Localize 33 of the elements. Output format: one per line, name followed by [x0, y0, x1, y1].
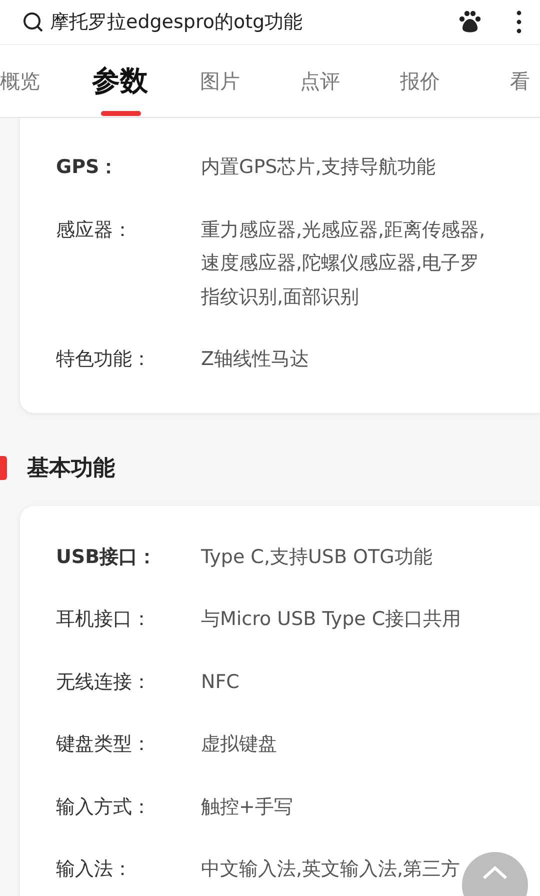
spec-value: 触控+手写 — [201, 794, 293, 820]
spec-label: 感应器： — [56, 218, 133, 242]
spec-label: 输入法： — [56, 857, 133, 882]
section-title: 基本功能 — [27, 454, 115, 482]
tab[interactable]: 概览 — [0, 45, 70, 117]
spec-value: 与Micro USB Type C接口共用 — [201, 607, 462, 632]
paw-icon[interactable] — [458, 10, 482, 34]
caret-icon — [482, 866, 508, 880]
spec-value: 虚拟键盘 — [201, 732, 277, 757]
spec-value: Type C,支持USB OTG功能 — [201, 544, 432, 570]
tab[interactable]: 点评 — [270, 45, 370, 117]
spec-label: 无线连接： — [56, 670, 152, 694]
tab[interactable]: 看 — [470, 45, 540, 117]
spec-label: 键盘类型： — [56, 732, 152, 757]
spec-label: USB接口： — [56, 544, 158, 570]
spec-value: 速度感应器,陀螺仪感应器,电子罗 — [201, 251, 480, 276]
active-tab-indicator — [101, 111, 141, 116]
spec-value: NFC — [201, 670, 240, 694]
spec-label: 输入方式： — [56, 794, 152, 820]
spec-label: 耳机接口： — [56, 607, 152, 632]
section-marker — [0, 456, 7, 480]
tab[interactable]: 报价 — [370, 45, 470, 117]
spec-value: 中文输入法,英文输入法,第三方 — [201, 857, 460, 882]
spec-value: 内置GPS芯片,支持导航功能 — [201, 155, 436, 180]
spec-label: GPS： — [56, 155, 120, 180]
spec-value: 重力感应器,光感应器,距离传感器, — [201, 218, 486, 242]
more-icon[interactable] — [516, 10, 522, 34]
spec-value: 指纹识别,面部识别 — [201, 284, 360, 310]
search-icon — [22, 11, 44, 33]
spec-label: 特色功能： — [56, 347, 152, 372]
tab[interactable]: 图片 — [170, 45, 270, 117]
tab[interactable]: 参数 — [70, 45, 170, 117]
spec-value: Z轴线性马达 — [201, 347, 310, 372]
